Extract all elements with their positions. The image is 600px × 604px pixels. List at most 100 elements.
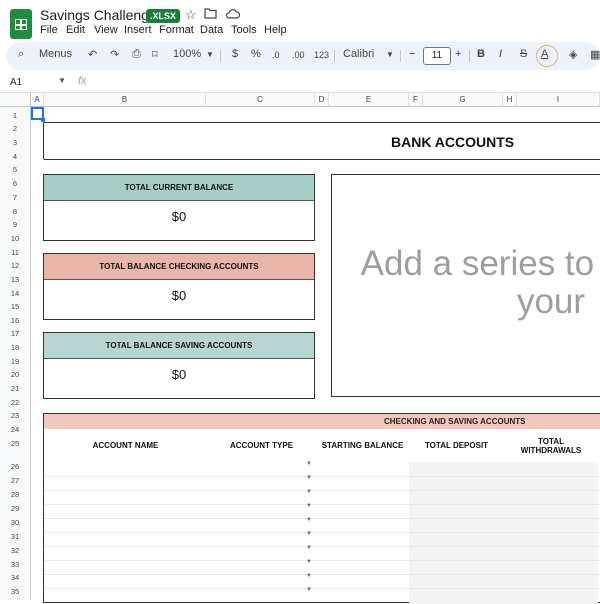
row-header[interactable]: 13 [0,275,30,284]
bank-accounts-banner[interactable]: BANK ACCOUNTS [43,122,600,160]
row-header[interactable]: 1 [0,111,30,120]
menus-search[interactable]: Menus [39,48,72,60]
zoom-chevron-down-icon[interactable]: ▼ [206,50,214,59]
font-select[interactable]: Calibri [343,48,374,60]
menu-format[interactable]: Format [159,24,194,36]
account-type-dropdown[interactable]: ▼ [306,545,312,551]
print-icon[interactable]: ⎙ [132,48,141,61]
strikethrough-icon[interactable]: S [520,48,527,60]
menu-tools[interactable]: Tools [231,24,257,36]
italic-icon[interactable]: I [499,48,502,60]
menu-insert[interactable]: Insert [124,24,152,36]
menu-edit[interactable]: Edit [66,24,85,36]
menu-data[interactable]: Data [200,24,223,36]
row-header[interactable]: 2 [0,124,30,133]
select-all-corner[interactable] [0,93,31,107]
row-header[interactable]: 16 [0,316,30,325]
column-header-b[interactable]: B [44,93,206,107]
column-header-f[interactable]: F [409,93,423,107]
star-icon[interactable]: ☆ [185,7,197,23]
row-header[interactable]: 29 [0,504,30,513]
row-header[interactable]: 30 [0,518,30,527]
row-header[interactable]: 28 [0,490,30,499]
row-header[interactable]: 14 [0,289,30,298]
row-header[interactable]: 23 [0,411,30,420]
name-box[interactable]: A1 [10,77,22,88]
row-header[interactable]: 15 [0,302,30,311]
increase-decimal-button[interactable]: .00 [292,50,305,60]
redo-icon[interactable]: ↷ [110,48,119,61]
menu-help[interactable]: Help [264,24,287,36]
column-header-g[interactable]: G [423,93,503,107]
folder-move-icon[interactable] [204,7,217,22]
row-header[interactable]: 33 [0,560,30,569]
row-header[interactable]: 22 [0,398,30,407]
account-type-dropdown[interactable]: ▼ [306,559,312,565]
row-header[interactable]: 5 [0,165,30,174]
menu-view[interactable]: View [94,24,118,36]
bold-button[interactable]: B [477,48,485,60]
avatar[interactable] [536,45,558,67]
account-type-dropdown[interactable]: ▼ [306,531,312,537]
paint-format-icon[interactable]: ⌑ [152,48,158,61]
increase-font-size-button[interactable]: + [455,48,461,60]
row-header[interactable]: 17 [0,329,30,338]
row-header[interactable]: 34 [0,573,30,582]
card-total-balance-checking[interactable]: TOTAL BALANCE CHECKING ACCOUNTS $0 [43,253,315,320]
row-header[interactable]: 26 [0,462,30,471]
account-type-dropdown[interactable]: ▼ [306,461,312,467]
currency-format-button[interactable]: $ [232,48,238,60]
menu-file[interactable]: File [40,24,58,36]
row-header[interactable]: 11 [0,248,30,257]
row-header[interactable]: 9 [0,220,30,229]
row-header[interactable]: 12 [0,261,30,270]
row-header[interactable]: 32 [0,546,30,555]
row-header[interactable]: 27 [0,476,30,485]
row-header[interactable]: 35 [0,587,30,596]
row-header[interactable]: 6 [0,179,30,188]
zoom-select[interactable]: 100% [173,48,201,60]
account-type-dropdown[interactable]: ▼ [306,489,312,495]
chart-placeholder[interactable]: Add a series to s your [331,174,600,397]
row-header[interactable]: 3 [0,138,30,147]
document-title[interactable]: Savings Challenge [40,7,157,23]
name-box-chevron-down-icon[interactable]: ▼ [58,76,66,85]
cloud-icon[interactable] [225,7,241,22]
column-header-d[interactable]: D [315,93,329,107]
column-header-i[interactable]: I [517,93,600,107]
column-header-h[interactable]: H [503,93,517,107]
row-header[interactable]: 21 [0,384,30,393]
row-header[interactable]: 4 [0,152,30,161]
number-format-button[interactable]: 123 [314,50,329,60]
undo-icon[interactable]: ↶ [88,48,97,61]
sheets-logo-icon[interactable] [10,9,32,39]
column-header-c[interactable]: C [206,93,315,107]
search-icon[interactable]: ⌕ [18,48,24,61]
row-header[interactable]: 20 [0,370,30,379]
row-header[interactable]: 25 [0,439,30,448]
row-header[interactable]: 8 [0,207,30,216]
borders-icon[interactable]: ▦ [590,48,600,61]
account-type-dropdown[interactable]: ▼ [306,587,312,593]
row-header[interactable]: 18 [0,343,30,352]
card-total-current-balance[interactable]: TOTAL CURRENT BALANCE $0 [43,174,315,241]
account-type-dropdown[interactable]: ▼ [306,573,312,579]
account-type-dropdown[interactable]: ▼ [306,475,312,481]
decrease-decimal-button[interactable]: .0 [272,50,280,60]
row-header[interactable]: 7 [0,193,30,202]
account-type-dropdown[interactable]: ▼ [306,503,312,509]
row-header[interactable]: 24 [0,425,30,434]
column-header-e[interactable]: E [329,93,409,107]
percent-format-button[interactable]: % [251,48,261,60]
row-header[interactable]: 10 [0,234,30,243]
column-header-a[interactable]: A [31,93,44,107]
fill-color-icon[interactable]: ◈ [569,48,577,61]
font-size-input[interactable]: 11 [423,47,451,65]
decrease-font-size-button[interactable]: − [409,48,415,60]
row-header[interactable]: 19 [0,357,30,366]
card-total-balance-saving[interactable]: TOTAL BALANCE SAVING ACCOUNTS $0 [43,332,315,399]
font-chevron-down-icon[interactable]: ▼ [386,50,394,59]
row-header[interactable]: 31 [0,532,30,541]
header-total-deposit: TOTAL DEPOSIT [424,441,489,450]
account-type-dropdown[interactable]: ▼ [306,517,312,523]
